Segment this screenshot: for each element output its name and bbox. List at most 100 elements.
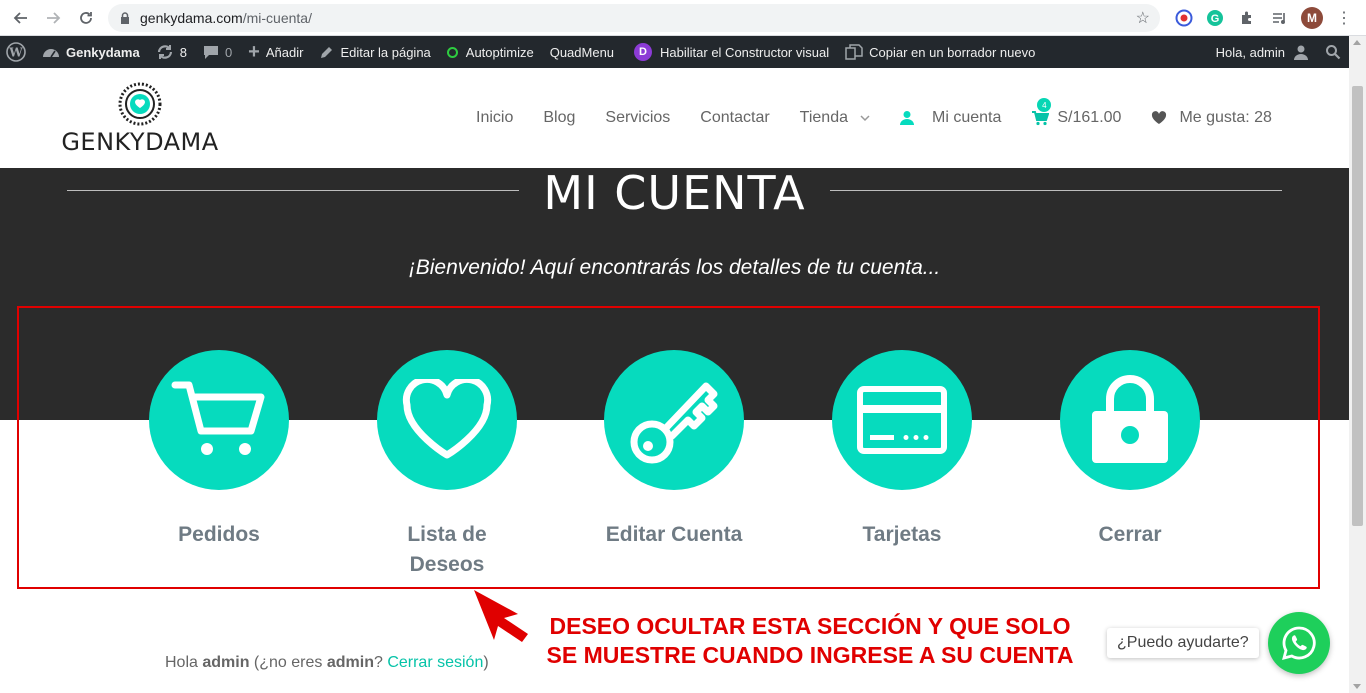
autoptimize-label: Autoptimize: [465, 44, 534, 60]
annotation-line1: DESEO OCULTAR ESTA SECCIÓN Y QUE SOLO: [549, 613, 1071, 639]
wishlist-button[interactable]: [377, 350, 517, 490]
reload-button[interactable]: [71, 3, 101, 33]
wordpress-logo-icon: W: [6, 42, 26, 62]
orders-label[interactable]: Pedidos: [119, 520, 319, 550]
add-new-menu[interactable]: + Añadir: [240, 36, 311, 68]
updates-menu[interactable]: 8: [148, 36, 195, 68]
page-title: MI CUENTA: [543, 166, 806, 220]
browser-toolbar: genkydama.com/mi-cuenta/ ☆ G M ⋮: [0, 0, 1366, 36]
cards-label[interactable]: Tarjetas: [802, 520, 1002, 550]
whatsapp-button[interactable]: [1268, 612, 1330, 674]
plus-icon: +: [248, 40, 260, 63]
forward-button[interactable]: [38, 3, 68, 33]
username: admin: [202, 654, 250, 671]
admin-search-button[interactable]: [1317, 36, 1349, 68]
page-scrollbar[interactable]: [1349, 36, 1366, 693]
wishlist-label-line2: Deseos: [409, 553, 485, 576]
comment-icon: [203, 44, 219, 60]
status-dot-icon: [446, 46, 458, 58]
menu-item-inicio[interactable]: Inicio: [476, 109, 513, 127]
updates-count: 8: [179, 44, 187, 60]
key-icon: [630, 382, 718, 464]
main-menu: Inicio Blog Servicios Contactar Tienda M…: [460, 68, 1302, 168]
address-bar[interactable]: genkydama.com/mi-cuenta/ ☆: [108, 4, 1160, 32]
annotation-text: DESEO OCULTAR ESTA SECCIÓN Y QUE SOLO SE…: [520, 612, 1100, 670]
bookmark-star-icon[interactable]: ☆: [1136, 8, 1150, 28]
user-icon: [1294, 45, 1308, 60]
username-2: admin: [326, 654, 374, 671]
cart-link[interactable]: 4 S/161.00: [1031, 98, 1122, 127]
edit-account-label[interactable]: Editar Cuenta: [574, 520, 774, 550]
menu-item-tienda-label: Tienda: [799, 109, 848, 126]
menu-item-contactar[interactable]: Contactar: [700, 109, 769, 127]
annotation-line2: SE MUESTRE CUANDO INGRESE A SU CUENTA: [546, 642, 1074, 668]
svg-text:W: W: [8, 46, 23, 60]
grammarly-icon[interactable]: G: [1204, 7, 1226, 29]
url-path: /mi-cuenta/: [242, 10, 312, 26]
orders-button[interactable]: [149, 350, 289, 490]
credit-card-icon: [857, 386, 947, 454]
scroll-down-icon[interactable]: [1353, 684, 1361, 689]
comments-menu[interactable]: 0: [195, 36, 240, 68]
menu-item-tienda[interactable]: Tienda: [800, 109, 870, 127]
updates-icon: [156, 44, 174, 60]
heart-icon: [402, 379, 492, 459]
autoptimize-menu[interactable]: Autoptimize: [439, 36, 542, 68]
quadmenu-label: QuadMenu: [549, 44, 615, 60]
scroll-up-icon[interactable]: [1353, 40, 1361, 45]
visual-builder-label: Habilitar el Constructor visual: [660, 44, 830, 60]
visual-builder-link[interactable]: D Habilitar el Constructor visual: [626, 36, 837, 68]
site-name: Genkydama: [66, 44, 140, 60]
not-you-text: (¿no eres: [249, 654, 327, 671]
wp-logo-menu[interactable]: W: [0, 36, 34, 68]
forward-arrow-icon: [47, 12, 61, 24]
wishlist-label[interactable]: Lista de Deseos: [347, 520, 547, 580]
cart-icon: [171, 381, 265, 455]
copy-icon: [845, 44, 863, 60]
likes-link[interactable]: Me gusta: 28: [1151, 109, 1272, 127]
cards-button[interactable]: [832, 350, 972, 490]
back-arrow-icon: [13, 12, 27, 24]
cart-total: S/161.00: [1057, 109, 1122, 126]
close-paren: ): [483, 654, 489, 671]
lock-icon: [121, 12, 129, 24]
extension-1-icon[interactable]: [1173, 7, 1195, 29]
site-header: GENKYDAMA Inicio Blog Servicios Contacta…: [0, 68, 1349, 168]
site-name-menu[interactable]: Genkydama: [34, 36, 148, 68]
logout-label[interactable]: Cerrar: [1030, 520, 1230, 550]
greeting: Hola, admin: [1215, 44, 1285, 60]
site-logo[interactable]: GENKYDAMA: [60, 82, 220, 157]
account-label: Mi cuenta: [932, 109, 1002, 126]
media-queue-icon[interactable]: [1268, 7, 1290, 29]
extensions-puzzle-icon[interactable]: [1236, 7, 1258, 29]
heart-icon: [1152, 111, 1167, 124]
account-greeting: Hola admin (¿no eres admin? Cerrar sesió…: [165, 654, 489, 672]
whatsapp-bubble[interactable]: ¿Puedo ayudarte?: [1107, 628, 1259, 658]
copy-draft-link[interactable]: Copiar en un borrador nuevo: [837, 36, 1043, 68]
genkydama-logo-icon: [118, 82, 162, 126]
comments-count: 0: [224, 44, 233, 60]
menu-item-mi-cuenta[interactable]: Mi cuenta: [900, 109, 1001, 127]
quadmenu-menu[interactable]: QuadMenu: [542, 36, 622, 68]
profile-avatar[interactable]: M: [1301, 7, 1323, 29]
menu-item-servicios[interactable]: Servicios: [605, 109, 670, 127]
cart-icon: [1032, 111, 1050, 126]
back-button[interactable]: [6, 3, 36, 33]
pencil-icon: [319, 45, 334, 60]
logout-button[interactable]: [1060, 350, 1200, 490]
menu-item-blog[interactable]: Blog: [543, 109, 575, 127]
add-new-label: Añadir: [265, 44, 304, 60]
edit-page-link[interactable]: Editar la página: [311, 36, 438, 68]
padlock-icon: [1092, 375, 1168, 463]
my-account-menu[interactable]: Hola, admin: [1208, 36, 1317, 68]
browser-menu-icon[interactable]: ⋮: [1333, 7, 1355, 29]
likes-label: Me gusta: 28: [1179, 109, 1272, 126]
whatsapp-icon: [1282, 626, 1316, 660]
logout-link[interactable]: Cerrar sesión: [387, 654, 483, 671]
scroll-thumb[interactable]: [1352, 86, 1363, 526]
copy-draft-label: Copiar en un borrador nuevo: [869, 44, 1036, 60]
divi-logo-icon: D: [634, 43, 653, 61]
welcome-subtitle: ¡Bienvenido! Aquí encontrarás los detall…: [408, 256, 941, 279]
logo-text: GENKYDAMA: [61, 128, 219, 156]
edit-account-button[interactable]: [604, 350, 744, 490]
